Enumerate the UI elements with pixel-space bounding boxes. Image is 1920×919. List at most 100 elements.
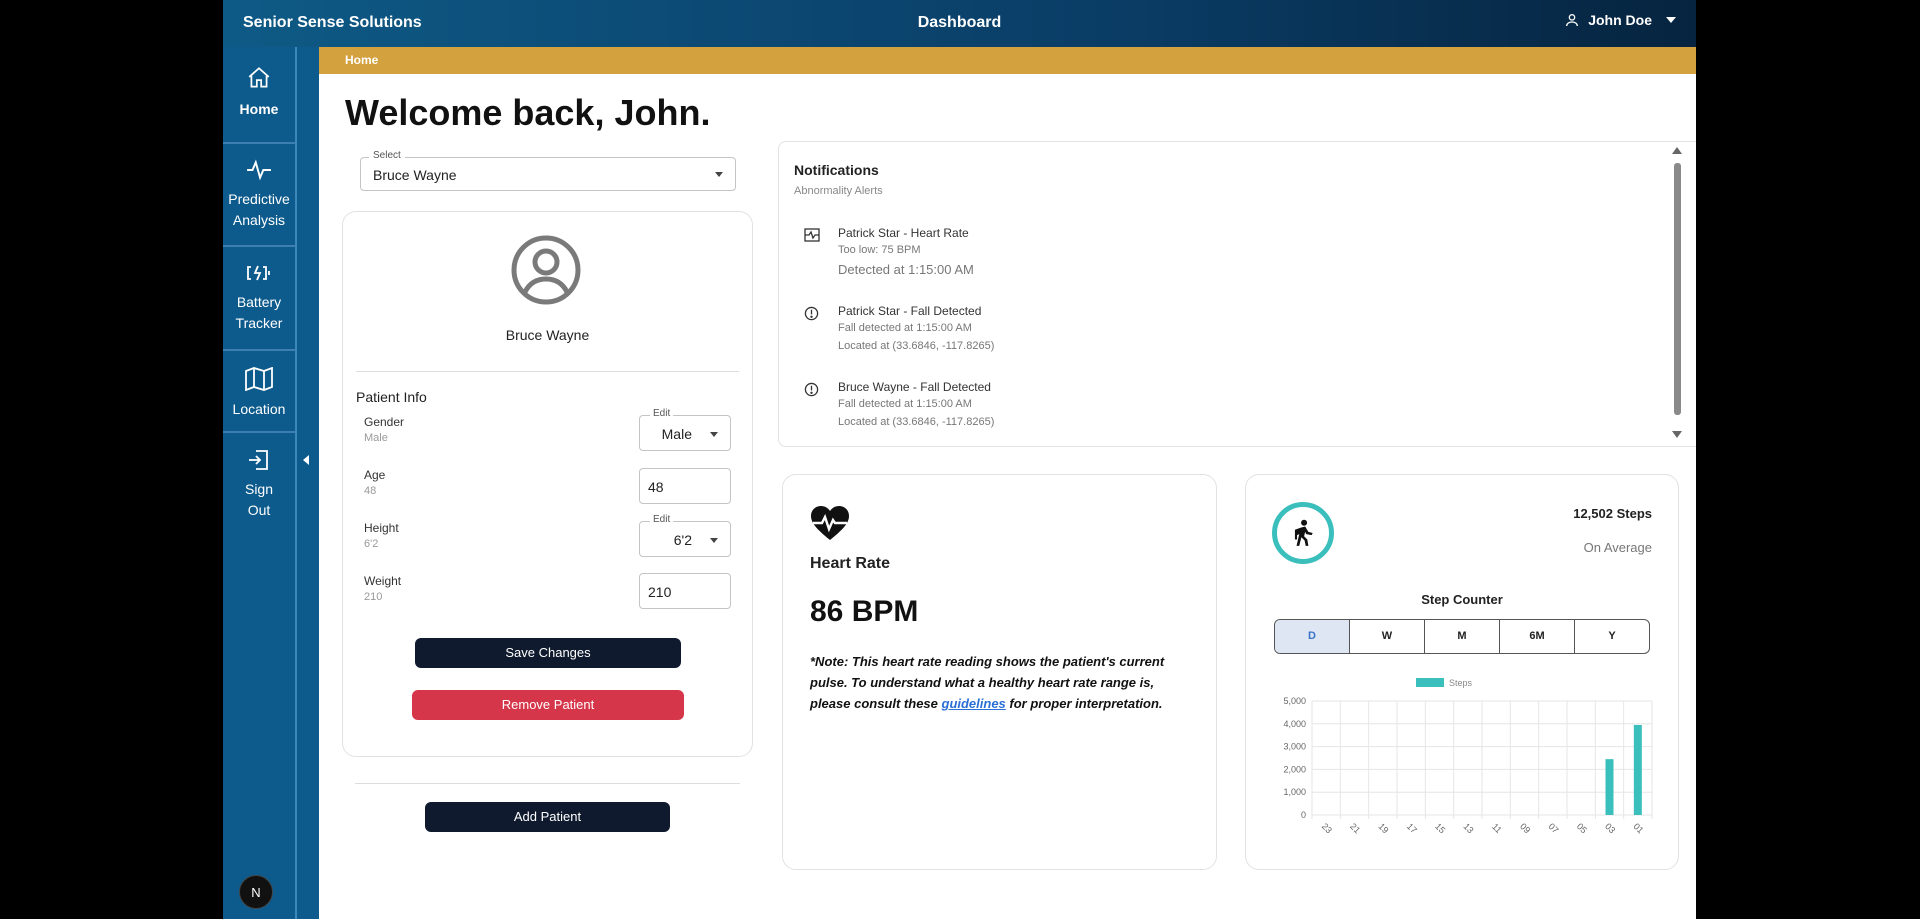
sidebar-divider [223, 431, 295, 433]
scroll-thumb[interactable] [1674, 163, 1681, 415]
x-tick-label: 09 [1518, 821, 1532, 835]
sidebar-item-label: Battery Tracker [235, 294, 283, 331]
sidebar: Home Predictive Analysis Battery Tracker… [223, 47, 295, 919]
age-label: Age [364, 468, 386, 482]
sidebar-item-label: Sign Out [244, 481, 274, 518]
patient-name: Bruce Wayne [505, 327, 590, 343]
home-icon [223, 65, 295, 97]
notifications-scrollbar[interactable] [1671, 145, 1683, 441]
x-tick-label: 07 [1546, 821, 1560, 835]
patient-select-label: Select [369, 150, 405, 161]
save-changes-button[interactable]: Save Changes [415, 638, 681, 668]
notification-time: Detected at 1:15:00 AM [838, 262, 974, 277]
weight-label: Weight [364, 574, 402, 588]
steps-total: 12,502 Steps [1573, 506, 1652, 521]
gender-edit-select[interactable]: Edit Male [639, 408, 731, 451]
notification-location: Located at (33.6846, -117.8265) [838, 340, 995, 352]
sidebar-divider [223, 142, 295, 144]
notification-title: Bruce Wayne - Fall Detected [838, 380, 991, 394]
map-icon [223, 366, 295, 397]
alert-circle-icon [804, 306, 819, 326]
app-window: Senior Sense Solutions Dashboard John Do… [223, 0, 1696, 919]
chevron-down-icon [710, 538, 718, 543]
welcome-heading: Welcome back, John. [345, 92, 711, 133]
notification-location: Located at (33.6846, -117.8265) [838, 416, 995, 428]
notifications-panel: Notifications Abnormality Alerts Patrick… [778, 141, 1696, 447]
n-badge[interactable]: N [239, 875, 273, 909]
heart-rate-value: 86 BPM [810, 595, 919, 628]
patient-info-title: Patient Info [356, 389, 427, 405]
patient-select[interactable]: Select Bruce Wayne [360, 150, 736, 191]
height-value: 6'2 [364, 538, 379, 550]
scroll-down-arrow-icon[interactable] [1672, 431, 1682, 438]
sidebar-item-battery-tracker[interactable]: Battery Tracker [223, 262, 295, 334]
notification-detail: Fall detected at 1:15:00 AM [838, 398, 972, 410]
x-tick-label: 19 [1376, 821, 1390, 835]
sidebar-item-predictive-analysis[interactable]: Predictive Analysis [223, 159, 295, 231]
heart-rate-note: *Note: This heart rate reading shows the… [810, 651, 1190, 714]
notification-detail: Too low: 75 BPM [838, 244, 921, 256]
guidelines-link[interactable]: guidelines [942, 696, 1006, 711]
range-toggle-group: D W M 6M Y [1274, 619, 1650, 654]
step-counter-card: 12,502 Steps On Average Step Counter D W… [1245, 474, 1679, 870]
x-tick-label: 11 [1490, 821, 1504, 835]
heart-rate-title: Heart Rate [810, 555, 891, 572]
sidebar-divider [223, 349, 295, 351]
collapse-arrow-icon[interactable] [303, 455, 309, 465]
gender-edit-value: Male [661, 426, 692, 442]
edit-label: Edit [650, 514, 674, 525]
edit-label: Edit [650, 408, 674, 419]
breadcrumb[interactable]: Home [319, 47, 1696, 74]
user-name: John Doe [1588, 12, 1652, 28]
user-menu[interactable]: John Doe [1564, 12, 1676, 28]
sidebar-item-label: Predictive Analysis [228, 191, 290, 228]
sign-out-icon [223, 449, 295, 477]
y-tick-label: 2,000 [1283, 764, 1306, 774]
range-button-6-months[interactable]: 6M [1500, 620, 1575, 653]
age-input[interactable]: 48 [639, 468, 731, 504]
x-tick-label: 17 [1405, 821, 1419, 835]
height-edit-select[interactable]: Edit 6'2 [639, 514, 731, 557]
sidebar-item-label: Home [239, 101, 279, 117]
sidebar-item-sign-out[interactable]: Sign Out [223, 449, 295, 521]
pulse-icon [223, 159, 295, 187]
range-button-week[interactable]: W [1350, 620, 1425, 653]
notification-item[interactable]: Bruce Wayne - Fall Detected Fall detecte… [804, 380, 1654, 428]
section-divider [355, 783, 740, 784]
bar [1633, 724, 1642, 815]
heart-rate-alert-icon [804, 228, 820, 247]
sidebar-item-location[interactable]: Location [223, 366, 295, 420]
sidebar-item-home[interactable]: Home [223, 65, 295, 120]
y-tick-label: 1,000 [1283, 787, 1306, 797]
notification-item[interactable]: Patrick Star - Heart Rate Too low: 75 BP… [804, 226, 1654, 277]
range-button-day[interactable]: D [1275, 620, 1350, 653]
chevron-down-icon [710, 432, 718, 437]
range-button-month[interactable]: M [1425, 620, 1500, 653]
card-divider [356, 371, 739, 372]
y-tick-label: 0 [1301, 810, 1306, 820]
weight-input[interactable]: 210 [639, 573, 731, 609]
range-button-year[interactable]: Y [1575, 620, 1649, 653]
notification-item[interactable]: Patrick Star - Fall Detected Fall detect… [804, 304, 1654, 352]
y-tick-label: 3,000 [1283, 742, 1306, 752]
notification-title: Patrick Star - Heart Rate [838, 226, 969, 240]
add-patient-button[interactable]: Add Patient [425, 802, 670, 832]
walking-icon [1272, 502, 1334, 564]
user-icon [1564, 12, 1580, 28]
sidebar-divider [223, 245, 295, 247]
heart-rate-card: Heart Rate 86 BPM *Note: This heart rate… [782, 474, 1217, 870]
avatar-icon [510, 234, 582, 311]
sidebar-collapse-strip[interactable] [295, 47, 319, 919]
notifications-title: Notifications [794, 162, 879, 178]
note-text-end: for proper interpretation. [1005, 696, 1163, 711]
page-title: Dashboard [917, 14, 1002, 31]
y-tick-label: 5,000 [1283, 696, 1306, 706]
notifications-subtitle: Abnormality Alerts [794, 185, 883, 197]
alert-circle-icon [804, 382, 819, 402]
gender-value: Male [364, 432, 388, 444]
scroll-up-arrow-icon[interactable] [1672, 147, 1682, 154]
age-value: 48 [364, 485, 377, 497]
steps-average-label: On Average [1583, 540, 1652, 555]
remove-patient-button[interactable]: Remove Patient [412, 690, 684, 720]
x-tick-label: 03 [1603, 821, 1617, 835]
